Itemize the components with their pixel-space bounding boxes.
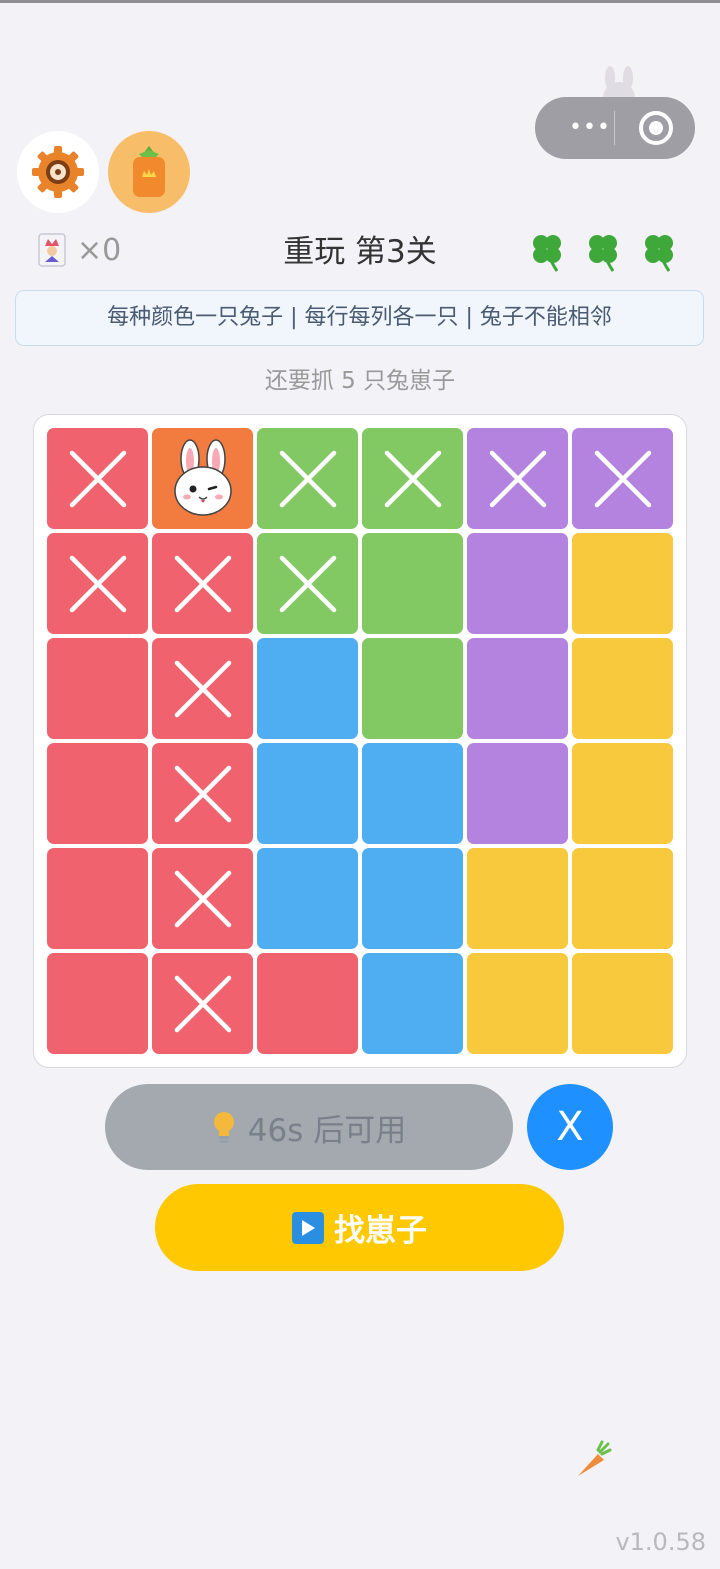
board-cell[interactable] [152, 428, 253, 529]
board-cell[interactable] [152, 953, 253, 1054]
cross-mark-icon [489, 450, 546, 507]
board-cell[interactable] [257, 743, 358, 844]
play-icon [292, 1211, 324, 1244]
gear-icon [32, 146, 84, 198]
clover-icon [589, 235, 617, 272]
miniprogram-capsule: ••• [535, 97, 695, 159]
board-cell[interactable] [152, 743, 253, 844]
cross-mark-icon [174, 660, 231, 717]
capsule-divider [614, 111, 615, 145]
bunny-icon [173, 438, 232, 516]
board-cell[interactable] [467, 953, 568, 1054]
board-cell[interactable] [47, 638, 148, 739]
clover-icon [533, 235, 561, 272]
board-cell[interactable] [362, 428, 463, 529]
board-cell[interactable] [257, 848, 358, 949]
cross-mark-icon [174, 555, 231, 612]
carrot-bag-button[interactable] [108, 131, 190, 213]
board-cell[interactable] [257, 638, 358, 739]
board-cell[interactable] [152, 533, 253, 634]
cross-mark-icon [594, 450, 651, 507]
board-cell[interactable] [362, 953, 463, 1054]
lightbulb-icon [213, 1112, 234, 1143]
more-menu-icon[interactable]: ••• [569, 117, 611, 139]
board-cell[interactable] [257, 428, 358, 529]
clover-rating [524, 228, 682, 274]
board-cell[interactable] [362, 848, 463, 949]
cross-mark-icon [174, 870, 231, 927]
board-cell[interactable] [47, 428, 148, 529]
board-cell[interactable] [467, 533, 568, 634]
board-cell[interactable] [47, 533, 148, 634]
close-miniprogram-icon[interactable] [639, 111, 673, 145]
board-cell[interactable] [47, 953, 148, 1054]
find-bunny-label: 找崽子 [334, 1213, 427, 1249]
board-cell[interactable] [152, 848, 253, 949]
board-cell[interactable] [467, 848, 568, 949]
board-cell[interactable] [572, 638, 673, 739]
board-cell[interactable] [362, 533, 463, 634]
board-cell[interactable] [47, 743, 148, 844]
board-cell[interactable] [572, 428, 673, 529]
clover-icon [645, 235, 673, 272]
find-bunny-button[interactable]: 找崽子 [155, 1184, 564, 1271]
board-cell[interactable] [572, 848, 673, 949]
board-cell[interactable] [572, 953, 673, 1054]
board-cell[interactable] [152, 638, 253, 739]
rules-banner: 每种颜色一只兔子 | 每行每列各一只 | 兔子不能相邻 [15, 290, 704, 346]
cross-mark-icon [279, 555, 336, 612]
board-cell[interactable] [47, 848, 148, 949]
board-cell[interactable] [362, 638, 463, 739]
board-cell[interactable] [572, 533, 673, 634]
carrot-icon [578, 1440, 612, 1476]
board-cell[interactable] [257, 953, 358, 1054]
cross-mark-icon [69, 450, 126, 507]
board-cell[interactable] [362, 743, 463, 844]
close-button[interactable]: X [527, 1084, 613, 1170]
version-label: v1.0.58 [615, 1528, 706, 1556]
game-board [33, 414, 687, 1068]
cross-mark-icon [279, 450, 336, 507]
cross-mark-icon [174, 975, 231, 1032]
board-cell[interactable] [467, 743, 568, 844]
board-cell[interactable] [572, 743, 673, 844]
board-cell[interactable] [257, 533, 358, 634]
hint-button[interactable]: 46s 后可用 [105, 1084, 513, 1170]
hint-label: 46s 后可用 [247, 1112, 407, 1149]
cross-mark-icon [69, 555, 126, 612]
cross-mark-icon [174, 765, 231, 822]
board-cell[interactable] [467, 638, 568, 739]
carrot-bag-icon [133, 146, 165, 197]
cross-mark-icon [384, 450, 441, 507]
remaining-counter: 还要抓 5 只兔崽子 [264, 368, 456, 394]
settings-button[interactable] [17, 131, 99, 213]
top-divider [0, 0, 720, 3]
board-cell[interactable] [467, 428, 568, 529]
